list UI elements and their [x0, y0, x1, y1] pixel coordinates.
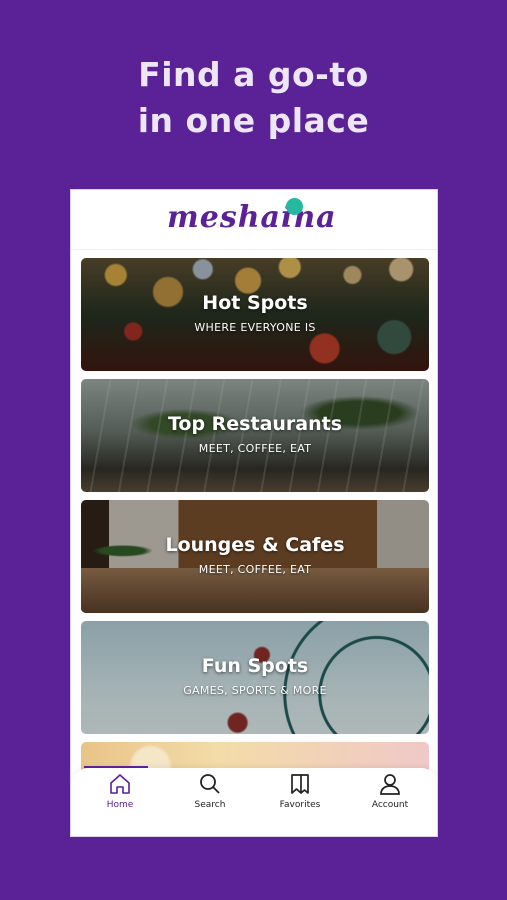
user-icon [380, 774, 400, 795]
tab-favorites[interactable]: Favorites [254, 768, 346, 836]
card-title: Top Restaurants [167, 413, 343, 435]
card-image-overlay [81, 379, 429, 492]
card-image-overlay [81, 258, 429, 371]
card-image-overlay [81, 621, 429, 734]
tab-label: Home [106, 800, 134, 810]
tab-account[interactable]: Account [344, 768, 436, 836]
promo-headline-line-2: in one place [137, 101, 370, 140]
category-card-fun-spots[interactable]: Fun Spots GAMES, SPORTS & MORE [81, 621, 429, 734]
card-title: Fun Spots [201, 655, 309, 677]
card-title: Hot Spots [202, 292, 308, 314]
category-card-hot-spots[interactable]: Hot Spots WHERE EVERYONE IS [81, 258, 429, 371]
app-logo[interactable]: meshaina [167, 200, 337, 235]
promo-headline-line-1: Find a go-to [138, 55, 369, 94]
active-tab-indicator [84, 766, 148, 768]
promo-headline: Find a go-to in one place [0, 52, 507, 144]
tab-label: Favorites [279, 800, 321, 810]
phone-screen: meshaina Hot Spots WHERE EVERYONE IS Top… [70, 189, 438, 837]
app-header: meshaina [71, 190, 437, 250]
bookmark-icon [291, 774, 309, 794]
home-icon [110, 774, 130, 794]
card-title: Lounges & Cafes [165, 534, 345, 556]
tab-search[interactable]: Search [164, 768, 256, 836]
tab-label: Account [371, 800, 409, 810]
card-subtitle: MEET, COFFEE, EAT [198, 563, 312, 576]
tab-label: Search [194, 800, 226, 810]
logo-dot-icon [286, 198, 303, 215]
card-subtitle: GAMES, SPORTS & MORE [183, 684, 327, 697]
tab-home[interactable]: Home [74, 766, 166, 836]
category-card-lounges-cafes[interactable]: Lounges & Cafes MEET, COFFEE, EAT [81, 500, 429, 613]
bottom-tab-bar: Home Search Favorites Account [71, 766, 437, 836]
card-image-overlay [81, 500, 429, 613]
search-icon [200, 774, 220, 794]
category-card-top-restaurants[interactable]: Top Restaurants MEET, COFFEE, EAT [81, 379, 429, 492]
card-subtitle: MEET, COFFEE, EAT [198, 442, 312, 455]
card-subtitle: WHERE EVERYONE IS [194, 321, 316, 334]
